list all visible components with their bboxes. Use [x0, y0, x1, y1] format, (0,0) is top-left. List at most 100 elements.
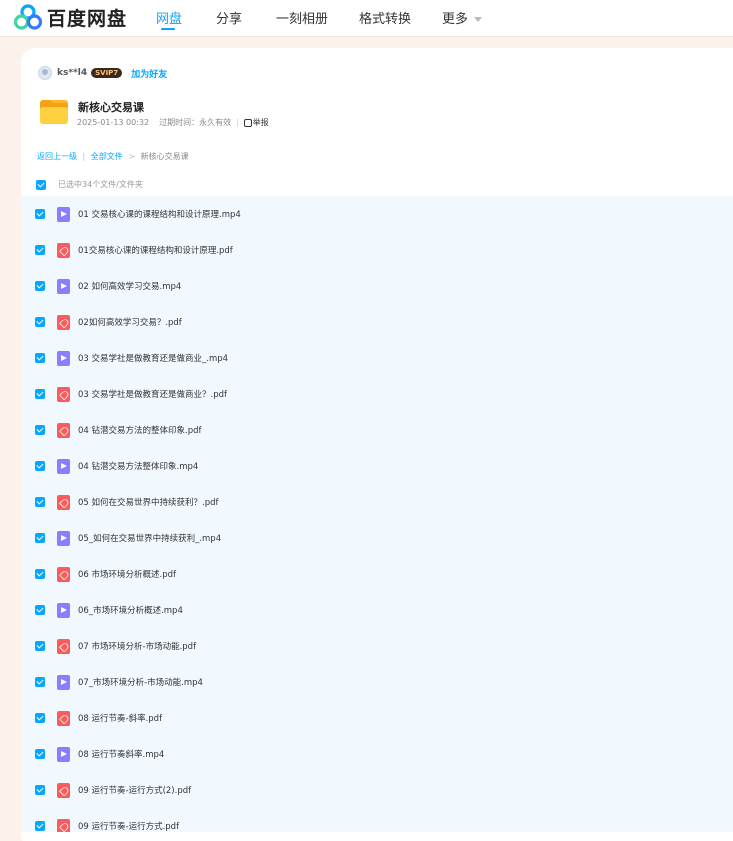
nav-more-label: 更多: [442, 12, 469, 27]
nav-tab-more[interactable]: 更多: [442, 8, 483, 27]
pdf-file-icon: [57, 423, 70, 438]
file-row[interactable]: 06 市场环境分析概述.pdf: [21, 556, 733, 592]
top-navigation: 百度网盘 网盘 分享 一刻相册 格式转换 更多: [0, 0, 733, 37]
file-name[interactable]: 08 运行节奏斜率.mp4: [78, 748, 164, 760]
pdf-file-icon: [57, 387, 70, 402]
file-row[interactable]: 01 交易核心课的课程结构和设计原理.mp4: [21, 196, 733, 232]
video-file-icon: [57, 531, 70, 546]
file-name[interactable]: 05_如何在交易世界中持续获利_.mp4: [78, 532, 221, 544]
file-row[interactable]: 09 运行节奏-运行方式(2).pdf: [21, 772, 733, 808]
breadcrumb-arrow: >: [128, 152, 136, 161]
file-name[interactable]: 01交易核心课的课程结构和设计原理.pdf: [78, 244, 233, 256]
file-name[interactable]: 02如何高效学习交易？.pdf: [78, 316, 182, 328]
share-date: 2025-01-13 00:32: [77, 118, 150, 127]
file-checkbox[interactable]: [35, 497, 45, 507]
file-row[interactable]: 02 如何高效学习交易.mp4: [21, 268, 733, 304]
file-row[interactable]: 03 交易学社是做教育还是做商业？.pdf: [21, 376, 733, 412]
nav-tab-album[interactable]: 一刻相册: [276, 8, 328, 27]
logo-icon: [14, 4, 42, 30]
svip-badge: SVIP7: [91, 68, 123, 78]
report-button[interactable]: 举报: [243, 117, 269, 128]
report-icon: [243, 118, 252, 127]
file-name[interactable]: 06 市场环境分析概述.pdf: [78, 568, 176, 580]
video-file-icon: [57, 351, 70, 366]
file-row[interactable]: 07 市场环境分析-市场动能.pdf: [21, 628, 733, 664]
nav-tab-share[interactable]: 分享: [216, 8, 242, 27]
file-checkbox[interactable]: [35, 641, 45, 651]
video-file-icon: [57, 207, 70, 222]
file-name[interactable]: 03 交易学社是做教育还是做商业？.pdf: [78, 388, 227, 400]
file-checkbox[interactable]: [35, 389, 45, 399]
pdf-file-icon: [57, 819, 70, 832]
file-name[interactable]: 04 钻潜交易方法整体印象.mp4: [78, 460, 198, 472]
video-file-icon: [57, 279, 70, 294]
report-label: 举报: [252, 118, 269, 127]
file-checkbox[interactable]: [35, 245, 45, 255]
select-all-checkbox[interactable]: [36, 179, 46, 190]
selection-bar: 已选中34个文件/文件夹: [36, 179, 143, 190]
file-name[interactable]: 07 市场环境分析-市场动能.pdf: [78, 640, 196, 652]
logo-text: 百度网盘: [47, 7, 128, 30]
file-name[interactable]: 06_市场环境分析概述.mp4: [78, 604, 183, 616]
file-checkbox[interactable]: [35, 821, 45, 831]
video-file-icon: [57, 675, 70, 690]
breadcrumb: 返回上一级 | 全部文件 > 新核心交易课: [37, 151, 189, 162]
share-expiry: 过期时间：永久有效: [159, 118, 232, 127]
add-friend-link[interactable]: 加为好友: [131, 67, 167, 80]
pdf-file-icon: [57, 567, 70, 582]
file-row[interactable]: 05_如何在交易世界中持续获利_.mp4: [21, 520, 733, 556]
file-checkbox[interactable]: [35, 425, 45, 435]
chevron-down-icon: [474, 17, 483, 22]
file-row[interactable]: 05 如何在交易世界中持续获利？.pdf: [21, 484, 733, 520]
share-folder-title: 新核心交易课: [78, 101, 144, 114]
file-checkbox[interactable]: [35, 785, 45, 795]
file-checkbox[interactable]: [35, 353, 45, 363]
sharer-info: ks**l4 SVIP7 加为好友: [38, 65, 167, 81]
sharer-username[interactable]: ks**l4: [57, 68, 87, 78]
nav-tab-netdisk[interactable]: 网盘: [156, 8, 182, 27]
file-row[interactable]: 06_市场环境分析概述.mp4: [21, 592, 733, 628]
file-row[interactable]: 08 运行节奏斜率.mp4: [21, 736, 733, 772]
file-checkbox[interactable]: [35, 461, 45, 471]
file-checkbox[interactable]: [35, 533, 45, 543]
file-name[interactable]: 01 交易核心课的课程结构和设计原理.mp4: [78, 208, 241, 220]
nav-tab-format-convert[interactable]: 格式转换: [359, 8, 411, 27]
file-name[interactable]: 05 如何在交易世界中持续获利？.pdf: [78, 496, 219, 508]
file-name[interactable]: 03 交易学社是做教育还是做商业_.mp4: [78, 352, 228, 364]
file-name[interactable]: 08 运行节奏-斜率.pdf: [78, 712, 162, 724]
file-checkbox[interactable]: [35, 317, 45, 327]
file-checkbox[interactable]: [35, 605, 45, 615]
share-card: ks**l4 SVIP7 加为好友 新核心交易课 2025-01-13 00:3…: [21, 48, 733, 841]
file-row[interactable]: 02如何高效学习交易？.pdf: [21, 304, 733, 340]
video-file-icon: [57, 747, 70, 762]
file-checkbox[interactable]: [35, 569, 45, 579]
file-checkbox[interactable]: [35, 713, 45, 723]
video-file-icon: [57, 603, 70, 618]
file-row[interactable]: 09 运行节奏-运行方式.pdf: [21, 808, 733, 832]
file-row[interactable]: 04 钻潜交易方法的整体印象.pdf: [21, 412, 733, 448]
breadcrumb-divider: |: [82, 152, 86, 161]
user-avatar-icon[interactable]: [38, 66, 52, 80]
file-row[interactable]: 04 钻潜交易方法整体印象.mp4: [21, 448, 733, 484]
file-row[interactable]: 08 运行节奏-斜率.pdf: [21, 700, 733, 736]
pdf-file-icon: [57, 783, 70, 798]
file-checkbox[interactable]: [35, 209, 45, 219]
file-checkbox[interactable]: [35, 281, 45, 291]
breadcrumb-all-files-link[interactable]: 全部文件: [91, 152, 123, 161]
file-name[interactable]: 09 运行节奏-运行方式(2).pdf: [78, 784, 191, 796]
file-row[interactable]: 01交易核心课的课程结构和设计原理.pdf: [21, 232, 733, 268]
file-name[interactable]: 02 如何高效学习交易.mp4: [78, 280, 181, 292]
file-checkbox[interactable]: [35, 749, 45, 759]
file-row[interactable]: 07_市场环境分析-市场动能.mp4: [21, 664, 733, 700]
folder-icon: [39, 96, 69, 126]
baidu-netdisk-logo[interactable]: 百度网盘: [14, 4, 127, 30]
file-name[interactable]: 09 运行节奏-运行方式.pdf: [78, 820, 179, 832]
pdf-file-icon: [57, 711, 70, 726]
file-name[interactable]: 04 钻潜交易方法的整体印象.pdf: [78, 424, 202, 436]
file-checkbox[interactable]: [35, 677, 45, 687]
share-meta: 2025-01-13 00:32 过期时间：永久有效 | 举报: [77, 117, 269, 128]
video-file-icon: [57, 459, 70, 474]
file-row[interactable]: 03 交易学社是做教育还是做商业_.mp4: [21, 340, 733, 376]
file-name[interactable]: 07_市场环境分析-市场动能.mp4: [78, 676, 203, 688]
breadcrumb-back-link[interactable]: 返回上一级: [37, 152, 77, 161]
